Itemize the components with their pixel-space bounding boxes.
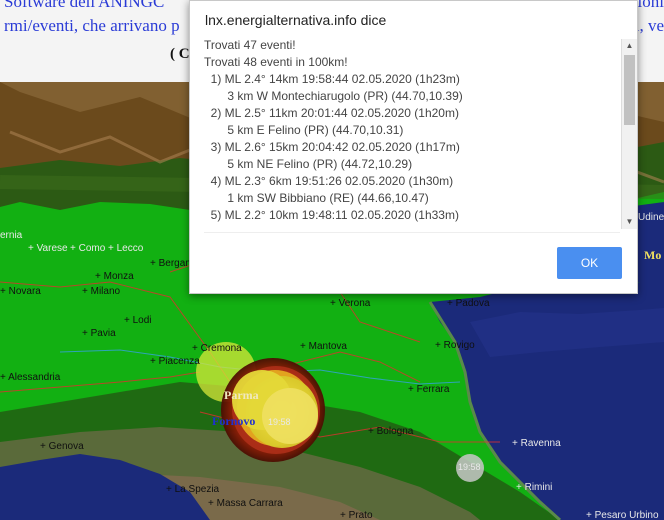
dialog-line: Trovati 48 eventi in 100km!: [204, 55, 348, 69]
city-label: Udine: [638, 212, 664, 223]
city-label: + Verona: [330, 298, 371, 309]
dialog-scrollbar[interactable]: ▲ ▼: [621, 39, 637, 229]
city-label: + Varese: [28, 243, 68, 254]
header-line-2: rmi/eventi, che arrivano p: [4, 16, 180, 35]
quake-label-parma: Parma: [224, 388, 259, 402]
dialog-message[interactable]: Trovati 47 eventi! Trovati 48 eventi in …: [204, 37, 620, 230]
scrollbar-thumb[interactable]: [624, 55, 635, 125]
city-label: + Massa Carrara: [208, 498, 283, 509]
city-label: + Milano: [82, 286, 121, 297]
quake-time-label: 19:58: [458, 462, 481, 472]
city-label: + Bologna: [368, 426, 414, 437]
city-label: + Genova: [40, 441, 84, 452]
city-label: + Ravenna: [512, 438, 561, 449]
city-label: + Pavia: [82, 328, 116, 339]
city-label: + Ferrara: [408, 384, 450, 395]
city-label: + Alessandria: [0, 372, 61, 383]
scroll-up-icon[interactable]: ▲: [622, 39, 637, 53]
city-label: + Lodi: [124, 315, 152, 326]
quake-label-fornovo: Fornovo: [212, 414, 256, 428]
city-label: + Mantova: [300, 341, 347, 352]
dialog-line: 1 km SW Bibbiano (RE) (44.66,10.47): [204, 191, 429, 205]
dialog-title: lnx.energialternativa.info dice: [205, 12, 387, 28]
scroll-down-icon[interactable]: ▼: [622, 215, 637, 229]
dialog-line: 5 km E Felino (PR) (44.70,10.31): [204, 123, 404, 137]
city-label: + Prato: [340, 510, 373, 520]
header-line-1: Software dell'ANINGC: [4, 0, 165, 11]
city-label: ernia: [0, 230, 23, 241]
dialog-line: 1) ML 2.4° 14km 19:58:44 02.05.2020 (1h2…: [204, 72, 460, 86]
city-label: + Cremona: [192, 343, 242, 354]
city-label: + Pesaro Urbino: [586, 510, 659, 520]
city-label: + Rovigo: [435, 340, 475, 351]
city-label: + Como: [70, 243, 106, 254]
city-label: + Rimini: [516, 482, 553, 493]
header-paren: ( C: [170, 46, 190, 62]
quake-time-label: 19:58: [268, 417, 291, 427]
alert-dialog: lnx.energialternativa.info dice Trovati …: [189, 0, 638, 294]
city-label: + Lecco: [108, 243, 144, 254]
dialog-line: 5 km NE Felino (PR) (44.72,10.29): [204, 157, 413, 171]
quake-circle: [262, 388, 318, 444]
header-line-1-right: ioni: [637, 0, 664, 11]
dialog-line: 4) ML 2.3° 6km 19:51:26 02.05.2020 (1h30…: [204, 174, 454, 188]
dialog-line: 5) ML 2.2° 10km 19:48:11 02.05.2020 (1h3…: [204, 208, 459, 222]
dialog-divider: [204, 232, 620, 233]
dialog-line: Trovati 47 eventi!: [204, 38, 296, 52]
dialog-line: 3 km W Montechiarugolo (PR) (44.70,10.39…: [204, 89, 463, 103]
city-label: + Padova: [447, 298, 490, 309]
dialog-line: 3) ML 2.6° 15km 20:04:42 02.05.2020 (1h1…: [204, 140, 460, 154]
ok-button[interactable]: OK: [557, 247, 622, 279]
city-label: + Novara: [0, 286, 41, 297]
map-label-mo: Mo: [644, 248, 662, 262]
city-label: + Monza: [95, 271, 134, 282]
city-label: + Piacenza: [150, 356, 200, 367]
dialog-line: 2) ML 2.5° 11km 20:01:44 02.05.2020 (1h2…: [204, 106, 459, 120]
city-label: + La Spezia: [166, 484, 220, 495]
